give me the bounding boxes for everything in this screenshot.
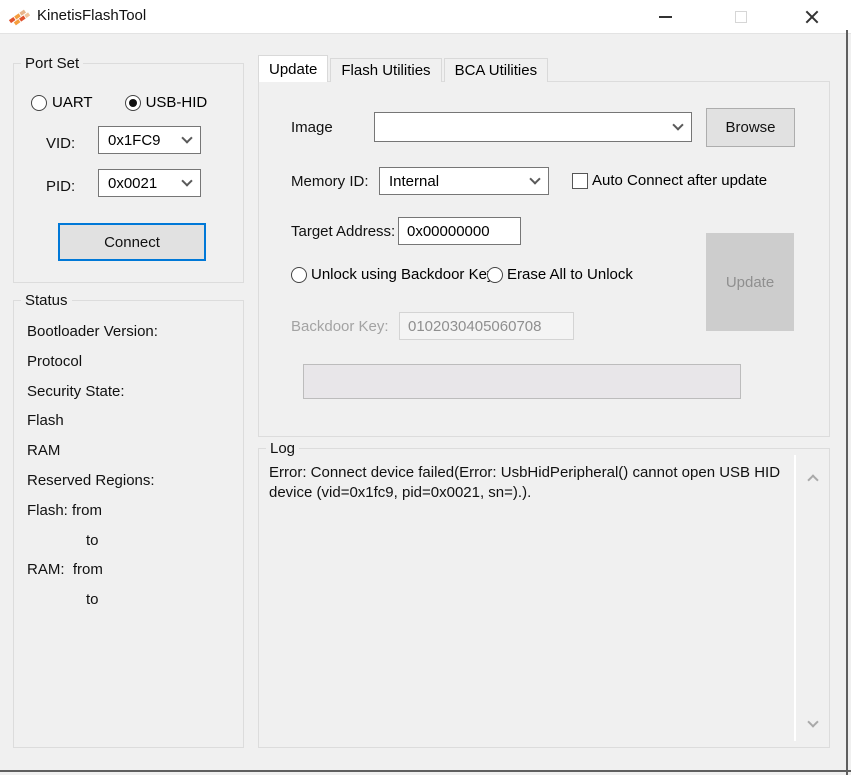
browse-button[interactable]: Browse	[706, 108, 795, 147]
memory-id-value: Internal	[389, 172, 440, 190]
update-button[interactable]: Update	[706, 233, 794, 331]
maximize-button[interactable]	[719, 0, 763, 33]
log-group: Log Error: Connect device failed(Error: …	[258, 440, 830, 748]
usb-hid-radio[interactable]	[124, 94, 141, 111]
status-group: Status Bootloader Version: Protocol Secu…	[13, 292, 244, 748]
unlock-backdoor-label[interactable]: Unlock using Backdoor Key	[311, 266, 494, 283]
tab-strip: Update Flash Utilities BCA Utilities	[258, 55, 549, 82]
status-item-protocol: Protocol	[27, 352, 83, 370]
minimize-button[interactable]	[643, 0, 687, 33]
update-tab-panel: Image Browse Memory ID: Internal Auto Co…	[258, 81, 830, 437]
erase-all-label[interactable]: Erase All to Unlock	[507, 266, 633, 283]
log-legend: Log	[266, 440, 300, 457]
unlock-backdoor-radio[interactable]	[291, 266, 307, 283]
status-item-security-state: Security State:	[27, 382, 125, 400]
status-item-reserved-regions: Reserved Regions:	[27, 471, 155, 489]
window-title: KinetisFlashTool	[37, 7, 147, 24]
log-text: Error: Connect device failed(Error: UsbH…	[269, 464, 781, 501]
chevron-down-icon	[529, 173, 541, 185]
status-item-flash-to: to	[86, 531, 99, 549]
vid-value: 0x1FC9	[108, 131, 161, 149]
status-item-bootloader-version: Bootloader Version:	[27, 323, 158, 340]
pid-value: 0x0021	[108, 174, 158, 192]
window-bottom-edge	[0, 770, 851, 772]
status-item-ram-to: to	[86, 591, 99, 609]
vid-select[interactable]: 0x1FC9	[98, 126, 201, 154]
uart-radio-label[interactable]: UART	[52, 94, 93, 111]
chevron-down-icon	[181, 175, 193, 187]
image-label: Image	[291, 119, 333, 136]
log-scrollbar[interactable]	[796, 449, 830, 747]
tab-bca-utilities[interactable]: BCA Utilities	[443, 58, 549, 82]
chevron-down-icon	[672, 119, 684, 131]
close-icon	[804, 9, 820, 25]
memory-id-label: Memory ID:	[291, 173, 369, 190]
minimize-icon	[658, 15, 672, 18]
connect-button[interactable]: Connect	[58, 223, 206, 261]
target-address-input[interactable]	[398, 217, 521, 245]
backdoor-key-input	[399, 312, 574, 340]
pid-select[interactable]: 0x0021	[98, 169, 201, 197]
auto-connect-label[interactable]: Auto Connect after update	[592, 172, 767, 189]
app-logo-icon	[8, 9, 30, 26]
maximize-icon	[735, 10, 747, 23]
app-window: KinetisFlashTool Port Set UART USB-HID V…	[0, 0, 851, 775]
vid-label: VID:	[46, 135, 76, 152]
status-item-flash: Flash	[27, 412, 64, 430]
update-progress-bar	[303, 364, 741, 399]
title-bar: KinetisFlashTool	[0, 0, 851, 34]
usb-hid-radio-label[interactable]: USB-HID	[146, 94, 208, 111]
auto-connect-checkbox[interactable]	[572, 172, 588, 189]
tab-update[interactable]: Update	[258, 55, 329, 82]
chevron-down-icon	[181, 132, 193, 144]
window-right-edge	[846, 30, 848, 775]
status-item-flash-from: Flash: from	[27, 501, 103, 519]
erase-all-radio[interactable]	[487, 266, 503, 283]
tab-flash-utilities[interactable]: Flash Utilities	[330, 58, 442, 82]
pid-label: PID:	[46, 178, 76, 195]
scroll-up-icon[interactable]	[806, 471, 820, 486]
close-button[interactable]	[790, 0, 834, 33]
image-combobox[interactable]	[374, 112, 692, 142]
backdoor-key-label: Backdoor Key:	[291, 318, 389, 335]
port-set-legend: Port Set	[21, 55, 84, 72]
target-address-label: Target Address:	[291, 223, 396, 240]
port-set-group: Port Set UART USB-HID VID: 0x1FC9 PID: 0…	[13, 55, 244, 283]
status-list: Bootloader Version: Protocol Security St…	[27, 317, 239, 615]
uart-radio[interactable]	[31, 94, 47, 111]
status-legend: Status	[21, 292, 72, 309]
status-item-ram: RAM	[27, 442, 61, 460]
status-item-ram-from: RAM: from	[27, 561, 103, 579]
scroll-down-icon[interactable]	[806, 716, 820, 731]
memory-id-select[interactable]: Internal	[379, 167, 549, 195]
